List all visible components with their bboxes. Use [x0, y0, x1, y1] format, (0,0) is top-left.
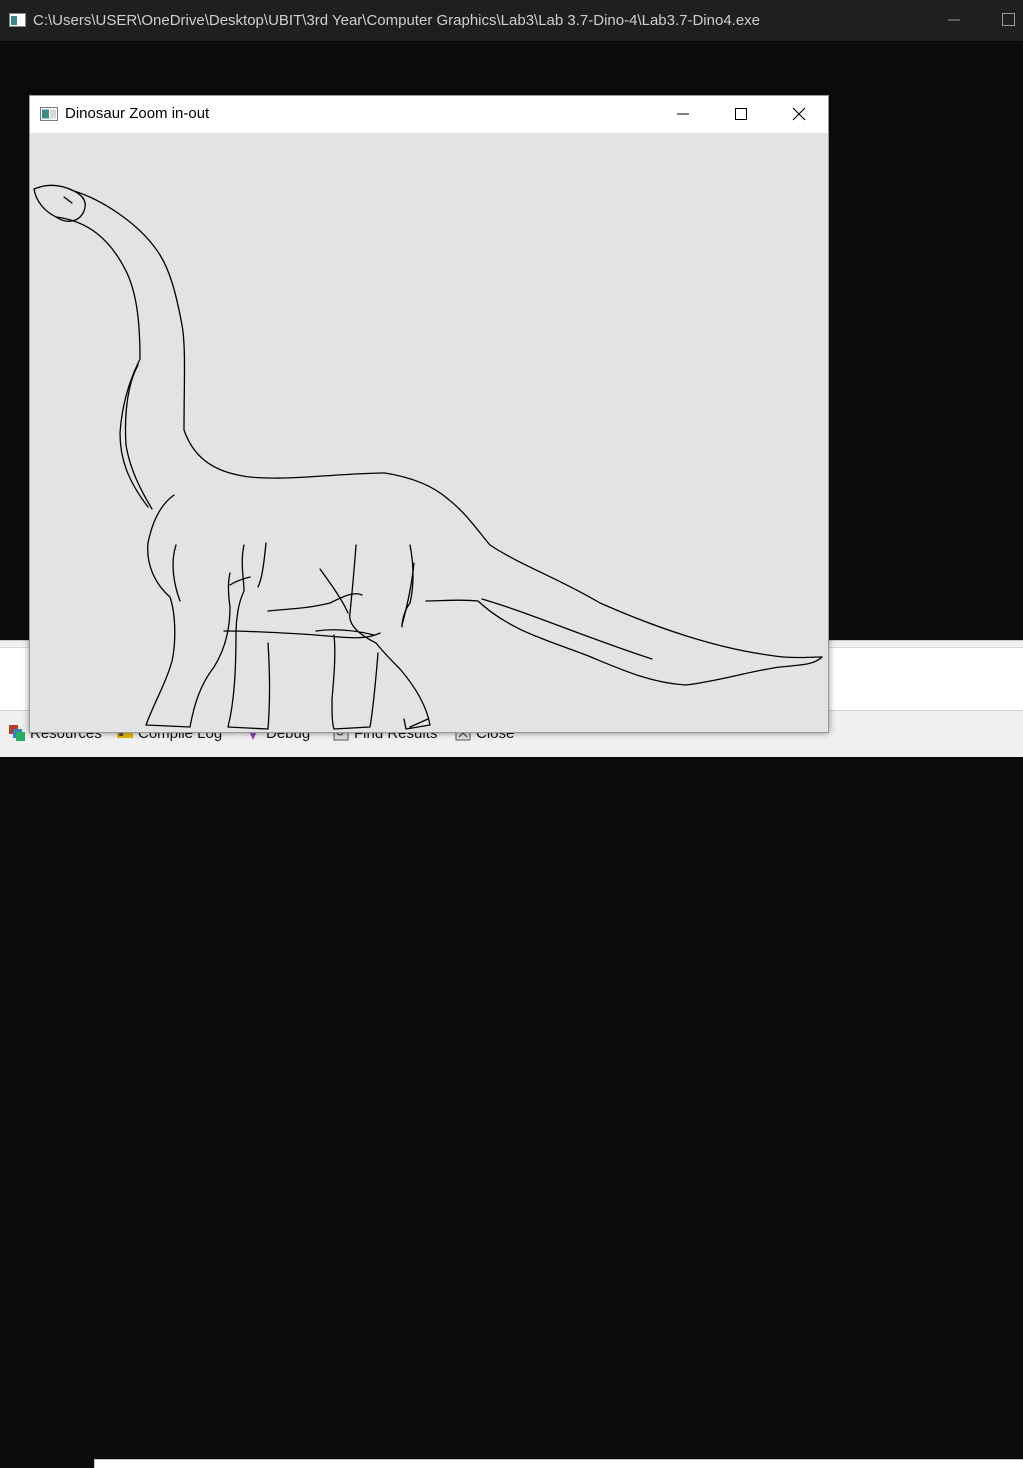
glut-titlebar[interactable]: Dinosaur Zoom in-out — [30, 96, 828, 133]
close-button[interactable] — [776, 96, 822, 132]
close-icon — [792, 107, 806, 121]
dino-neck-front — [55, 216, 149, 508]
dino-chest — [147, 494, 175, 544]
maximize-icon — [735, 108, 747, 120]
app-window-icon — [40, 107, 58, 126]
dino-tail-inner — [481, 598, 653, 660]
dino-front-leg-line — [172, 544, 181, 602]
console-title: C:\Users\USER\OneDrive\Desktop\UBIT\3rd … — [33, 12, 761, 29]
dinosaur-drawing — [33, 184, 823, 730]
window-title: Dinosaur Zoom in-out — [65, 105, 210, 122]
dino-thigh-line — [319, 568, 349, 614]
console-app-icon — [9, 13, 26, 31]
dino-neck-line — [124, 364, 153, 510]
console-maximize-button[interactable] — [1002, 13, 1016, 27]
dino-belly-upper — [267, 593, 363, 612]
dino-back — [73, 190, 823, 659]
dino-shoulder-line — [229, 576, 251, 586]
console-titlebar[interactable]: C:\Users\USER\OneDrive\Desktop\UBIT\3rd … — [0, 0, 1023, 41]
resources-icon — [8, 724, 26, 742]
opengl-canvas[interactable] — [30, 133, 828, 732]
dino-belly-mid — [315, 629, 375, 636]
dino-front-leg-far — [227, 544, 271, 730]
ide-editor-strip — [94, 1459, 1023, 1468]
dino-head — [33, 184, 86, 222]
console-minimize-button[interactable] — [944, 8, 964, 32]
dino-front-leg-near — [145, 542, 231, 728]
minimize-icon — [677, 113, 689, 115]
maximize-button[interactable] — [718, 96, 764, 132]
dino-eye — [63, 196, 73, 204]
dino-leg-line-1 — [257, 542, 267, 588]
dino-rear-leg-far — [331, 634, 379, 730]
glut-window[interactable]: Dinosaur Zoom in-out — [29, 95, 829, 733]
minimize-button[interactable] — [660, 96, 706, 132]
